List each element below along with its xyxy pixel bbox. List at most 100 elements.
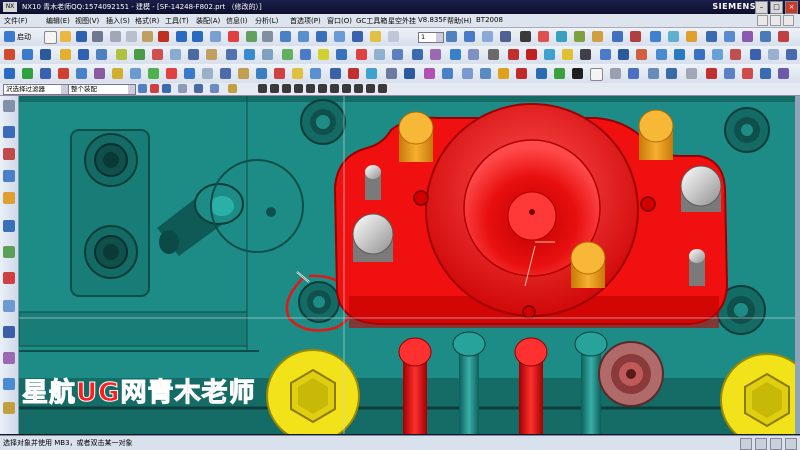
doc-minimize-button[interactable]	[757, 15, 768, 26]
black-body-icon[interactable]	[572, 68, 583, 79]
spline-icon[interactable]	[374, 49, 385, 60]
cone-icon[interactable]	[760, 31, 771, 42]
datum-icon[interactable]	[612, 31, 623, 42]
bridge-icon[interactable]	[450, 49, 461, 60]
intersection-curve-icon[interactable]	[412, 49, 423, 60]
patch-icon[interactable]	[730, 49, 741, 60]
palette-icon[interactable]	[3, 402, 15, 414]
snap-onface-icon[interactable]	[354, 84, 363, 93]
gray-small-pin[interactable]	[365, 165, 381, 200]
zoom-icon[interactable]	[262, 31, 273, 42]
display-icon[interactable]	[388, 31, 399, 42]
wcs-icon[interactable]	[482, 31, 493, 42]
blue-body-icon[interactable]	[536, 68, 547, 79]
hidden-edge-icon[interactable]	[404, 68, 415, 79]
analysis-icon[interactable]	[500, 31, 511, 42]
parting-icon[interactable]	[94, 68, 105, 79]
texture-icon[interactable]	[442, 68, 453, 79]
menu-bt2008[interactable]: BT2008	[476, 16, 503, 24]
copy-icon[interactable]	[126, 31, 137, 42]
edit-color-icon[interactable]	[628, 68, 639, 79]
pattern-icon[interactable]	[134, 49, 145, 60]
save-icon[interactable]	[76, 31, 87, 42]
cavity-icon[interactable]	[58, 68, 69, 79]
bom-icon[interactable]	[310, 68, 321, 79]
counterbore-selected[interactable]	[298, 281, 340, 323]
offset-curve-icon[interactable]	[430, 49, 441, 60]
move-face-icon[interactable]	[206, 49, 217, 60]
mirror-icon[interactable]	[152, 49, 163, 60]
orange-pin[interactable]	[398, 111, 434, 162]
hole-table-icon[interactable]	[348, 68, 359, 79]
filter-icon-7[interactable]	[228, 84, 237, 93]
window-icon[interactable]	[228, 31, 239, 42]
snap-arc-icon[interactable]	[366, 84, 375, 93]
sweep-icon[interactable]	[636, 49, 647, 60]
snap-point-icon[interactable]	[330, 84, 339, 93]
revolve-icon[interactable]	[650, 31, 661, 42]
material-icon[interactable]	[424, 68, 435, 79]
snap-control-icon[interactable]	[282, 84, 291, 93]
doc-restore-button[interactable]	[770, 15, 781, 26]
circle-icon[interactable]	[544, 49, 555, 60]
snap-center-icon[interactable]	[306, 84, 315, 93]
fit-icon[interactable]	[246, 31, 257, 42]
menu-format[interactable]: 格式(R)	[135, 16, 159, 26]
system-materials-icon[interactable]	[3, 300, 15, 312]
delete-icon[interactable]	[158, 31, 169, 42]
layer-vis-icon[interactable]	[742, 68, 753, 79]
dimension-icon[interactable]	[488, 49, 499, 60]
constraint-navigator-icon[interactable]	[3, 148, 15, 160]
menu-file[interactable]: 文件(F)	[4, 16, 28, 26]
move-layer-icon[interactable]	[464, 31, 475, 42]
pink-counterbore[interactable]	[598, 341, 664, 407]
orange-pin[interactable]	[638, 109, 674, 160]
unite-icon[interactable]	[170, 49, 181, 60]
intersect-icon[interactable]	[188, 49, 199, 60]
roles-icon[interactable]	[3, 352, 15, 364]
redo-icon[interactable]	[192, 31, 203, 42]
filter-icon-5[interactable]	[194, 84, 203, 93]
check-icon[interactable]	[148, 68, 159, 79]
extrude-icon[interactable]	[630, 31, 641, 42]
gray-small-pin[interactable]	[689, 249, 705, 286]
orange-pin[interactable]	[570, 241, 606, 288]
view-manager-icon[interactable]	[366, 68, 377, 79]
menu-edit[interactable]: 编辑(E)	[46, 16, 70, 26]
trim-body-icon[interactable]	[60, 49, 71, 60]
menu-version[interactable]: V8.835F	[418, 16, 447, 24]
snap-endpoint-icon[interactable]	[258, 84, 267, 93]
menu-view[interactable]: 视图(V)	[75, 16, 99, 26]
rotate-icon[interactable]	[280, 31, 291, 42]
sphere-icon[interactable]	[742, 31, 753, 42]
delete-face-icon[interactable]	[244, 49, 255, 60]
boss-icon[interactable]	[686, 31, 697, 42]
resize-face-icon[interactable]	[262, 49, 273, 60]
shaded-icon[interactable]	[316, 31, 327, 42]
iso-view-icon[interactable]	[352, 31, 363, 42]
status-icon-2[interactable]	[755, 438, 767, 450]
edge-blend-icon[interactable]	[4, 49, 15, 60]
open-icon[interactable]	[60, 31, 71, 42]
filter-icon-6[interactable]	[210, 84, 219, 93]
snap-intersection-icon[interactable]	[294, 84, 303, 93]
part-navigator-icon[interactable]	[3, 170, 15, 182]
ejector-icon[interactable]	[166, 68, 177, 79]
slide-icon[interactable]	[220, 68, 231, 79]
gate-icon[interactable]	[130, 68, 141, 79]
electrode-icon[interactable]	[202, 68, 213, 79]
red-ejector-pin[interactable]	[398, 337, 432, 434]
menu-tools[interactable]: 工具(T)	[165, 16, 189, 26]
start-label[interactable]: 启动	[17, 32, 31, 42]
yellow-screw[interactable]	[266, 349, 360, 434]
menu-analysis[interactable]: 分析(L)	[255, 16, 278, 26]
measure-icon[interactable]	[520, 31, 531, 42]
block-icon[interactable]	[706, 31, 717, 42]
assembly-navigator-icon[interactable]	[3, 126, 15, 138]
pan-icon[interactable]	[298, 31, 309, 42]
history-icon[interactable]	[3, 272, 15, 284]
offset-face-icon[interactable]	[96, 49, 107, 60]
status-icon-1[interactable]	[740, 438, 752, 450]
menu-assembly[interactable]: 装配(A)	[196, 16, 220, 26]
point-icon[interactable]	[282, 49, 293, 60]
